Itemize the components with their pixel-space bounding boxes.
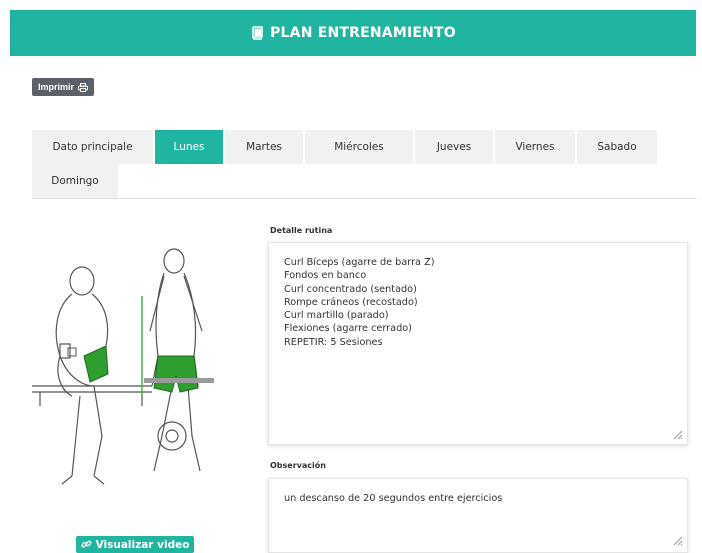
- tab-label: Sabado: [597, 141, 637, 153]
- book-icon: [252, 26, 263, 40]
- tab-label: Dato principale: [52, 141, 133, 153]
- tab-sabado[interactable]: Sabado: [577, 130, 659, 164]
- tab-lunes[interactable]: Lunes: [155, 130, 225, 164]
- detail-line: REPETIR: 5 Sesiones: [284, 336, 383, 348]
- observation-label: Observación: [270, 461, 326, 470]
- tab-label: Lunes: [173, 141, 205, 153]
- detail-textarea[interactable]: Curl Bíceps (agarre de barra Z) Fondos e…: [268, 242, 688, 445]
- tab-viernes[interactable]: Viernes: [495, 130, 577, 164]
- tab-label: Jueves: [436, 141, 472, 153]
- detail-label: Detalle rutina: [270, 226, 333, 235]
- tab-jueves[interactable]: Jueves: [415, 130, 495, 164]
- observation-text: un descanso de 20 segundos entre ejercic…: [284, 493, 503, 504]
- detail-line: Fondos en banco: [284, 270, 367, 282]
- page-title: PLAN ENTRENAMIENTO: [270, 25, 456, 41]
- detail-line: Curl martillo (parado): [284, 310, 389, 322]
- view-video-button[interactable]: Visualizar video: [76, 536, 194, 553]
- page-header: PLAN ENTRENAMIENTO: [10, 10, 696, 56]
- observation-textarea[interactable]: un descanso de 20 segundos entre ejercic…: [268, 478, 688, 553]
- tab-label: Viernes: [515, 141, 555, 153]
- tab-miercoles[interactable]: Miércoles: [305, 130, 415, 164]
- printer-icon: [78, 82, 89, 92]
- detail-line: Curl Bíceps (agarre de barra Z): [284, 257, 435, 268]
- print-button[interactable]: Imprimir: [32, 78, 95, 96]
- detail-line: Rompe cráneos (recostado): [284, 296, 418, 308]
- tab-martes[interactable]: Martes: [225, 130, 305, 164]
- tab-domingo[interactable]: Domingo: [32, 164, 120, 198]
- tab-dato-principale[interactable]: Dato principale: [32, 130, 155, 164]
- exercise-illustration: [32, 248, 214, 485]
- detail-line: Curl concentrado (sentado): [284, 283, 417, 295]
- tab-label: Miércoles: [334, 141, 384, 153]
- day-tabs: Dato principale Lunes Martes Miércoles J…: [32, 130, 697, 199]
- resize-handle-icon[interactable]: [671, 534, 683, 546]
- tab-label: Domingo: [51, 175, 99, 187]
- view-video-label: Visualizar video: [95, 538, 190, 551]
- print-button-label: Imprimir: [38, 82, 75, 92]
- detail-line: Flexiones (agarre cerrado): [284, 323, 412, 335]
- link-icon: [81, 540, 91, 548]
- tab-label: Martes: [246, 141, 282, 153]
- resize-handle-icon[interactable]: [671, 428, 683, 440]
